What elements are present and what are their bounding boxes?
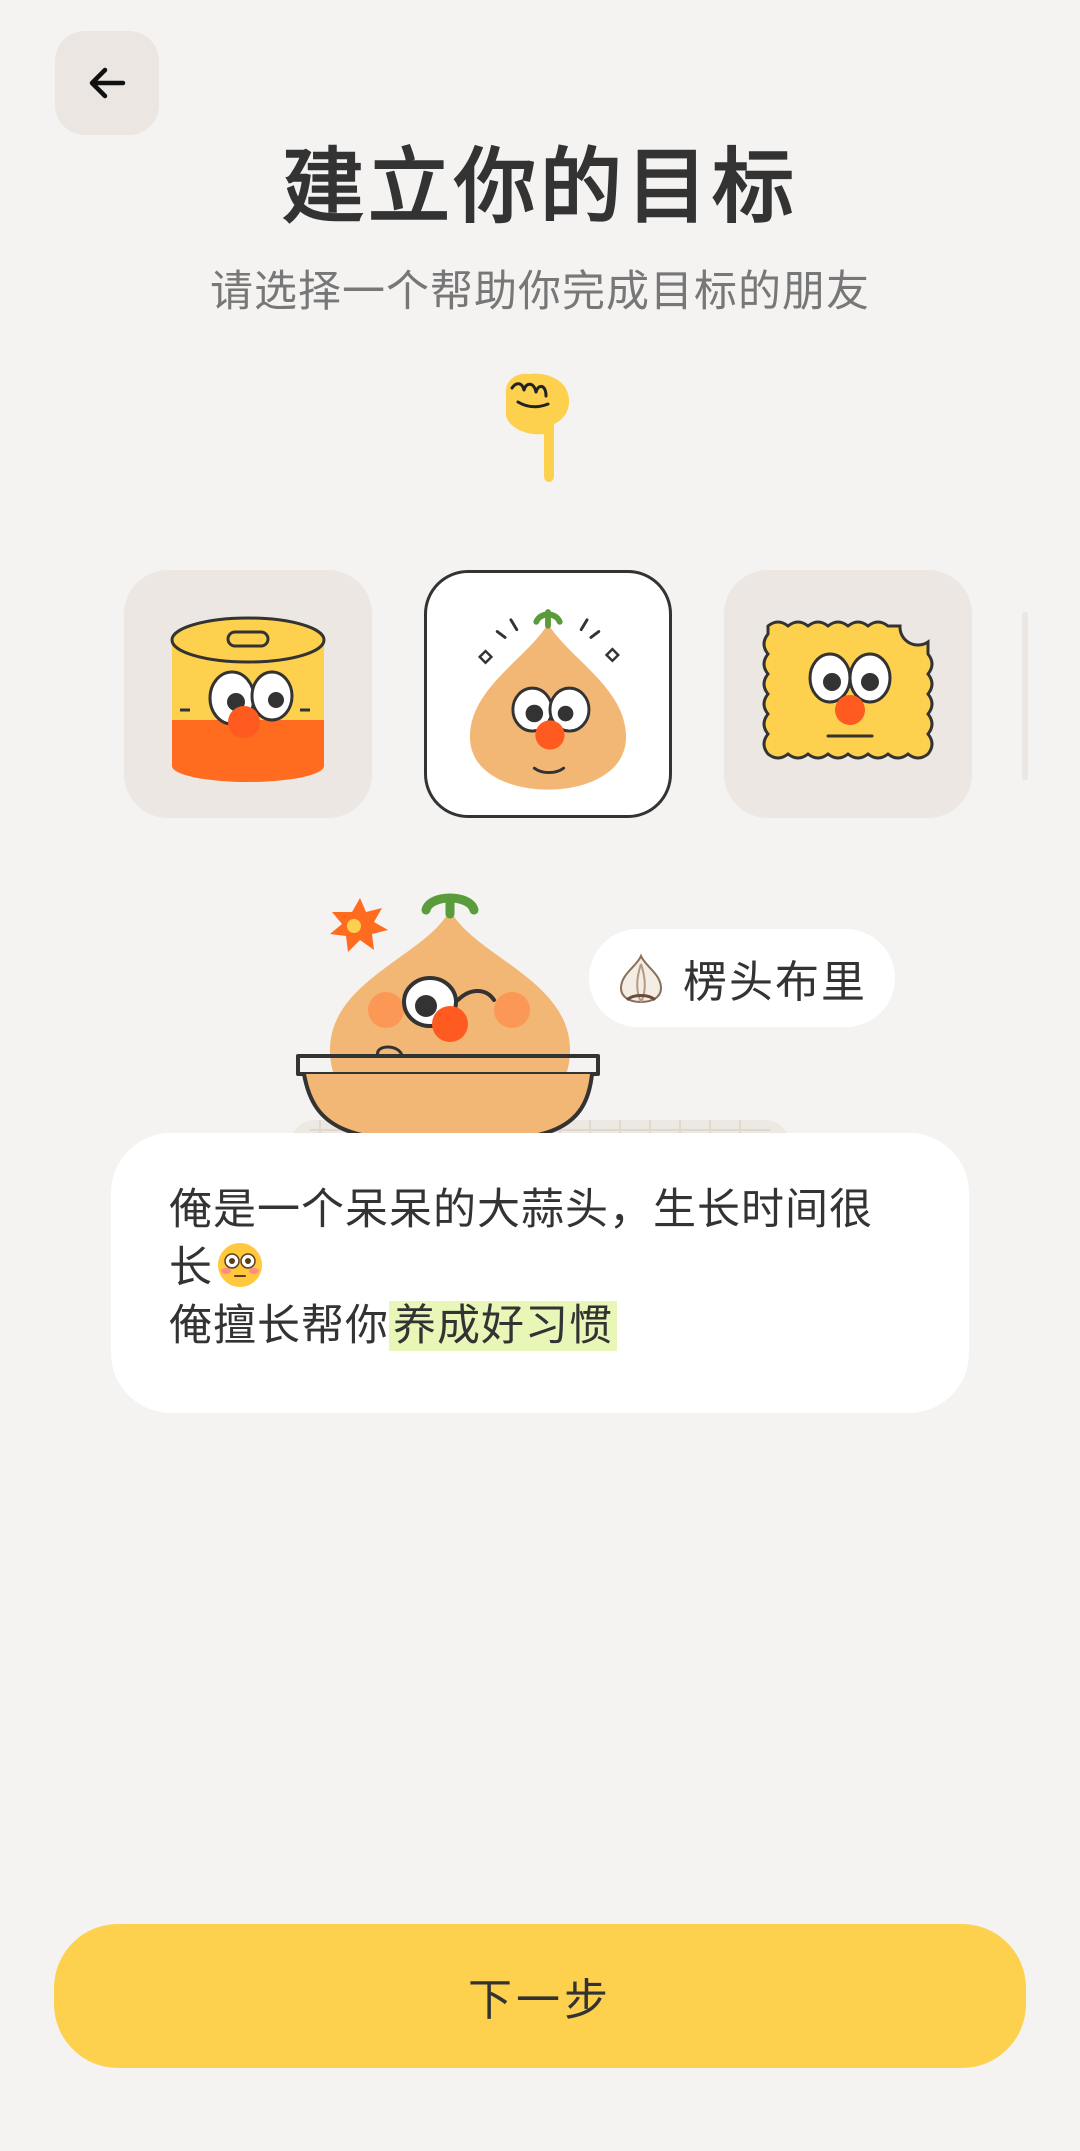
page-subtitle: 请选择一个帮助你完成目标的朋友 xyxy=(210,267,870,317)
page-title: 建立你的目标 xyxy=(281,140,798,235)
flushed-face-icon xyxy=(218,1243,262,1287)
garlic-character-icon xyxy=(469,609,627,790)
biscuit-character-icon xyxy=(762,620,934,760)
arrow-left-icon xyxy=(89,67,126,99)
character-card-biscuit[interactable] xyxy=(724,570,972,818)
description-line-3: 俺擅长帮你养成好习惯 xyxy=(169,1297,911,1355)
character-description-card: 俺是一个呆呆的大蒜头，生长时间很 长 俺擅长帮你养成好习惯 xyxy=(111,1133,969,1413)
character-card-can[interactable] xyxy=(124,570,372,818)
description-line-1: 俺是一个呆呆的大蒜头，生长时间很 xyxy=(169,1185,873,1235)
character-card-garlic[interactable] xyxy=(424,570,672,818)
next-button[interactable]: 下一步 xyxy=(54,1924,1026,2068)
canned-food-character-icon xyxy=(170,616,326,782)
garlic-icon xyxy=(619,953,663,1004)
pointing-hand-icon xyxy=(505,373,570,482)
character-name: 楞头布里 xyxy=(683,957,867,1008)
description-highlight: 养成好习惯 xyxy=(389,1301,617,1351)
character-name-bubble: 楞头布里 xyxy=(589,929,895,1027)
back-button[interactable] xyxy=(55,31,159,135)
description-line-2: 长 xyxy=(169,1239,911,1297)
character-card-next[interactable] xyxy=(1022,612,1028,780)
